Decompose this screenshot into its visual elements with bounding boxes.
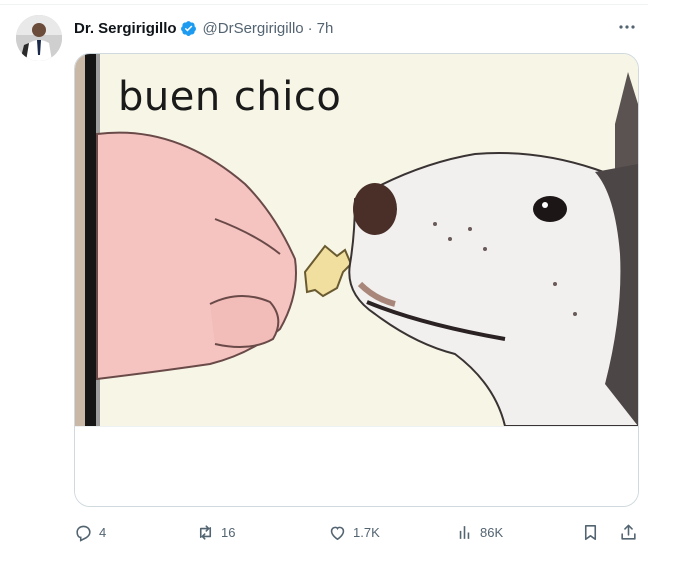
tweet-actions: 4 16 1.7K 86K (74, 519, 640, 545)
author-display-name[interactable]: Dr. Sergirigillo (74, 20, 177, 37)
avatar[interactable] (16, 15, 62, 61)
more-icon (619, 25, 635, 29)
media-card[interactable]: buen chico (74, 53, 639, 507)
retweet-icon (199, 524, 212, 540)
like-icon (330, 526, 345, 540)
top-divider (0, 4, 648, 5)
like-button[interactable]: 1.7K (328, 519, 380, 545)
tweet-timestamp[interactable]: 7h (317, 20, 334, 37)
retweet-count: 16 (221, 524, 236, 540)
share-icon (621, 524, 636, 540)
more-options-button[interactable] (614, 16, 640, 38)
views-count: 86K (480, 524, 504, 540)
share-button[interactable] (619, 519, 638, 545)
reply-icon (76, 525, 91, 542)
media-card-footer (75, 426, 638, 506)
like-count: 1.7K (353, 524, 380, 540)
views-icon (459, 525, 470, 539)
bookmark-button[interactable] (581, 519, 600, 545)
avatar-image (16, 15, 62, 61)
retweet-button[interactable]: 16 (196, 519, 235, 545)
views-button[interactable]: 86K (455, 519, 503, 545)
verified-icon[interactable] (180, 20, 197, 37)
meme-caption: buen chico (118, 74, 342, 120)
author-handle[interactable]: @DrSergirigillo (203, 20, 304, 37)
reply-count: 4 (99, 524, 107, 540)
header-separator: · (307, 19, 313, 37)
tweet-header: Dr. Sergirigillo @DrSergirigillo · 7h (74, 18, 333, 38)
bookmark-icon (584, 524, 597, 540)
reply-button[interactable]: 4 (74, 519, 106, 545)
